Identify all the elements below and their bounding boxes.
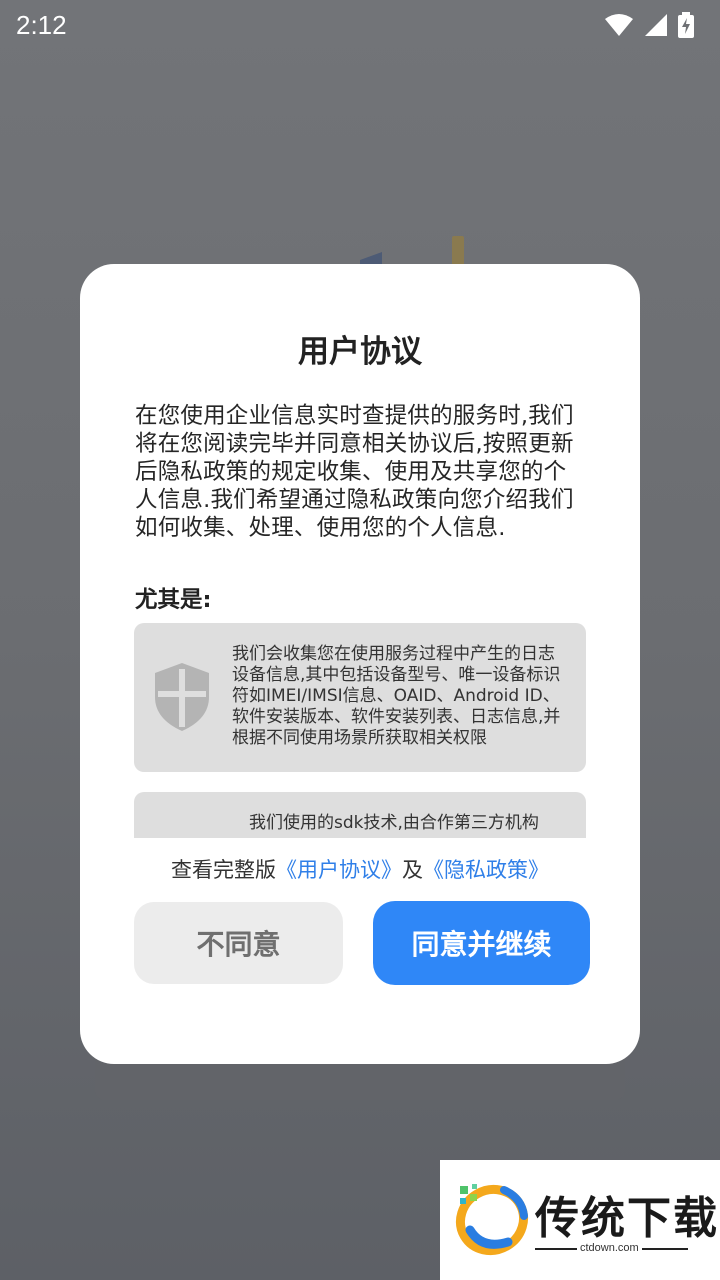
wifi-icon	[605, 14, 633, 36]
ctdown-logo-icon	[455, 1184, 529, 1256]
permissions-scroll-area[interactable]: 我们会收集您在使用服务过程中产生的日志 设备信息,其中包括设备型号、唯一设备标识…	[134, 623, 586, 838]
info-card-text: 我们使用的sdk技术,由合作第三方机构	[249, 813, 539, 833]
cell-signal-icon	[645, 14, 667, 36]
links-prefix: 查看完整版	[171, 858, 276, 882]
agree-and-continue-button[interactable]: 同意并继续	[373, 901, 590, 985]
watermark-title: 传统下载	[535, 1193, 719, 1244]
watermark-divider	[535, 1248, 577, 1250]
info-card: 我们会收集您在使用服务过程中产生的日志 设备信息,其中包括设备型号、唯一设备标识…	[134, 623, 586, 772]
watermark-divider	[642, 1248, 688, 1250]
watermark-url: ctdown.com	[580, 1242, 639, 1254]
status-icons	[604, 12, 694, 38]
info-card-text: 我们会收集您在使用服务过程中产生的日志 设备信息,其中包括设备型号、唯一设备标识…	[232, 644, 561, 748]
disagree-button[interactable]: 不同意	[134, 902, 343, 984]
status-time: 2:12	[16, 9, 67, 40]
dialog-body-text: 在您使用企业信息实时查提供的服务时,我们将在您阅读完毕并同意相关协议后,按照更新…	[135, 403, 574, 541]
dialog-subheading: 尤其是:	[135, 587, 212, 613]
user-agreement-dialog: 用户协议 在您使用企业信息实时查提供的服务时,我们将在您阅读完毕并同意相关协议后…	[80, 264, 640, 1064]
user-agreement-link[interactable]: 《用户协议》	[276, 858, 402, 882]
shield-icon	[155, 663, 209, 731]
battery-charging-icon	[678, 12, 694, 38]
info-card: 我们使用的sdk技术,由合作第三方机构	[134, 792, 586, 838]
dialog-title: 用户协议	[298, 334, 422, 370]
status-bar: 2:12	[0, 0, 720, 50]
links-conjunction: 及	[402, 858, 423, 882]
watermark: 传统下载 ctdown.com	[440, 1160, 720, 1280]
agreement-links-line: 查看完整版《用户协议》及《隐私政策》	[80, 854, 640, 884]
privacy-policy-link[interactable]: 《隐私政策》	[423, 858, 549, 882]
